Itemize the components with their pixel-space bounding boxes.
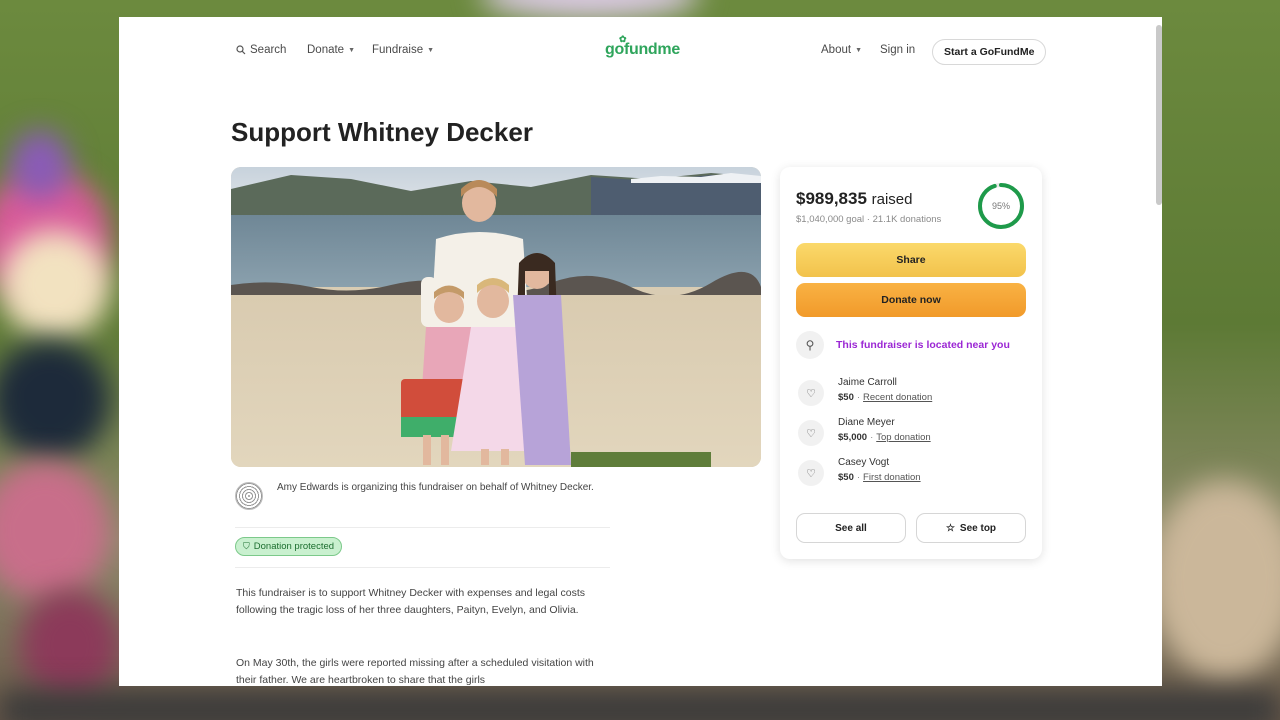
raised-word: raised bbox=[871, 191, 913, 208]
background-blur-shape bbox=[1150, 480, 1280, 680]
donation-protected-badge[interactable]: ⛉ Donation protected bbox=[235, 537, 343, 556]
background-blur-shape bbox=[10, 130, 70, 200]
gofundme-logo[interactable]: ✿ gofundme bbox=[605, 34, 680, 59]
donor-tag[interactable]: Recent donation bbox=[863, 392, 932, 403]
logo-text: gofundme bbox=[605, 41, 680, 58]
donor-item: ♡ Jaime Carroll $50 · Recent donation bbox=[796, 377, 1036, 411]
divider bbox=[235, 567, 610, 568]
goal-summary: $1,040,000 goal · 21.1K donations bbox=[796, 214, 942, 225]
nearby-text: This fundraiser is located near you bbox=[836, 339, 1010, 351]
logo-sprout-icon: ✿ bbox=[619, 34, 627, 44]
nav-signin[interactable]: Sign in bbox=[880, 44, 915, 56]
donation-protected-label: Donation protected bbox=[253, 541, 335, 552]
donor-amount: $50 bbox=[838, 472, 854, 483]
donor-name: Diane Meyer bbox=[838, 417, 895, 428]
share-button[interactable]: Share bbox=[796, 243, 1026, 277]
fundraiser-photo[interactable] bbox=[231, 167, 761, 467]
organizer-info: Amy Edwards is organizing this fundraise… bbox=[235, 480, 615, 520]
top-nav: Search Donate ▼ Fundraise ▼ ✿ gofundme A… bbox=[119, 34, 1162, 65]
page-title: Support Whitney Decker bbox=[231, 117, 533, 147]
donor-meta: $50 · First donation bbox=[838, 472, 921, 483]
search-icon bbox=[236, 45, 246, 55]
photo-illustration bbox=[231, 167, 761, 467]
background-blur-shape bbox=[0, 460, 110, 600]
nav-fundraise[interactable]: Fundraise ▼ bbox=[372, 44, 434, 56]
heart-icon: ♡ bbox=[798, 460, 824, 486]
see-top-button[interactable]: ☆ See top bbox=[916, 513, 1026, 543]
donor-tag[interactable]: First donation bbox=[863, 472, 921, 483]
donor-amount: $50 bbox=[838, 392, 854, 403]
see-top-label: See top bbox=[959, 522, 997, 534]
donor-meta: $5,000 · Top donation bbox=[838, 432, 931, 443]
donation-card: $989,835 raised $1,040,000 goal · 21.1K … bbox=[780, 167, 1042, 559]
raised-value: $989,835 bbox=[796, 189, 867, 208]
shield-icon: ⛉ bbox=[243, 541, 250, 551]
background-blur-shape bbox=[0, 340, 110, 460]
fundraiser-page: Search Donate ▼ Fundraise ▼ ✿ gofundme A… bbox=[119, 17, 1162, 686]
nearby-notice: ⚲ This fundraiser is located near you bbox=[796, 331, 1036, 359]
nav-search[interactable]: Search bbox=[236, 44, 286, 56]
donor-meta: $50 · Recent donation bbox=[838, 392, 933, 403]
start-gofundme-label: Start a GoFundMe bbox=[944, 46, 1035, 58]
divider bbox=[235, 527, 610, 528]
background-blur-shape bbox=[0, 230, 110, 340]
heart-icon: ♡ bbox=[798, 420, 824, 446]
see-all-label: See all bbox=[835, 522, 867, 534]
nav-fundraise-label: Fundraise bbox=[372, 44, 424, 56]
nav-about-label: About bbox=[821, 44, 852, 56]
heart-icon: ♡ bbox=[798, 380, 824, 406]
donate-now-label: Donate now bbox=[881, 294, 941, 306]
donate-now-button[interactable]: Donate now bbox=[796, 283, 1026, 317]
progress-percent: 95% bbox=[991, 201, 1010, 211]
donor-name: Casey Vogt bbox=[838, 457, 890, 468]
nav-search-label: Search bbox=[250, 44, 287, 56]
chevron-down-icon: ▼ bbox=[855, 46, 862, 54]
story-paragraph: On May 30th, the girls were reported mis… bbox=[236, 657, 594, 686]
star-icon: ☆ bbox=[945, 522, 955, 534]
raised-amount: $989,835 raised bbox=[796, 189, 913, 209]
organizer-avatar[interactable] bbox=[235, 482, 263, 510]
background-blur-shape bbox=[20, 590, 120, 700]
background-blur-shape bbox=[0, 690, 1280, 720]
share-label: Share bbox=[896, 254, 926, 266]
nav-donate-label: Donate bbox=[307, 44, 345, 56]
nav-about[interactable]: About ▼ bbox=[821, 44, 862, 56]
see-all-button[interactable]: See all bbox=[796, 513, 906, 543]
donor-item: ♡ Casey Vogt $50 · First donation bbox=[796, 457, 1036, 491]
donor-amount: $5,000 bbox=[838, 432, 868, 443]
location-pin-icon: ⚲ bbox=[796, 331, 824, 359]
donor-tag[interactable]: Top donation bbox=[876, 432, 930, 443]
donor-name: Jaime Carroll bbox=[838, 377, 897, 388]
story-paragraph: This fundraiser is to support Whitney De… bbox=[236, 587, 585, 616]
chevron-down-icon: ▼ bbox=[427, 46, 435, 54]
start-gofundme-button[interactable]: Start a GoFundMe bbox=[932, 39, 1047, 65]
nav-signin-label: Sign in bbox=[880, 44, 916, 56]
chevron-down-icon: ▼ bbox=[348, 46, 356, 54]
donor-item: ♡ Diane Meyer $5,000 · Top donation bbox=[796, 417, 1036, 451]
nav-donate[interactable]: Donate ▼ bbox=[307, 44, 355, 56]
organizer-text: Amy Edwards is organizing this fundraise… bbox=[277, 482, 594, 493]
